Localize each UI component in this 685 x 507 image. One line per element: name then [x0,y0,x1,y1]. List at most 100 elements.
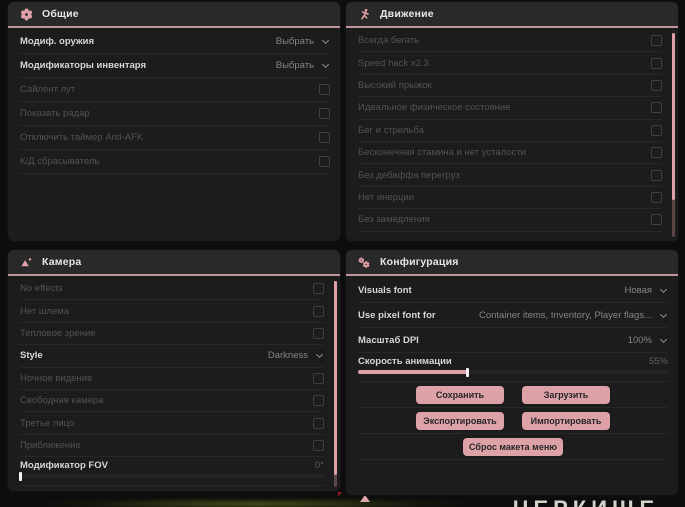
free-camera-label: Свободная камера [20,395,104,407]
high-jump-label: Высокий прыжок [358,79,432,91]
fov-modifier-slider[interactable] [19,471,324,481]
perfect-condition-label: Идеальное физическое состояние [358,102,511,114]
fov-modifier-label: Модификатор FOV [20,460,108,472]
panel-movement-header: Движение [346,2,678,28]
perfect-condition-checkbox[interactable] [651,102,662,114]
panel-camera-title: Камера [42,256,82,268]
no-slowdown-checkbox[interactable] [651,214,662,226]
always-run-label: Всегда бегать [358,35,420,47]
import-button[interactable]: Импортировать [522,411,610,430]
row-third-person: Третье лицо [20,412,324,435]
silent-loot-checkbox[interactable] [319,84,330,95]
no-overload-checkbox[interactable] [651,169,662,181]
row-run-and-shoot: Бег и стрельба [358,120,662,142]
visuals-font-dropdown[interactable]: Новая [624,285,668,296]
weapon-mod-label: Модиф. оружия [20,36,95,47]
row-visuals-font: Visuals font Новая [358,278,668,303]
run-and-shoot-label: Бег и стрельба [358,124,424,136]
disable-antiafk-label: Отключить таймер Anti-AFK [20,132,144,143]
row-no-helmet: Нет шлема [20,300,324,323]
high-jump-checkbox[interactable] [651,79,662,91]
chevron-down-icon [659,310,668,318]
zoom-label: Приближение [20,439,81,451]
camera-scrollbar[interactable] [334,281,337,487]
panel-movement-title: Движение [380,8,434,20]
button-row: Сохранить Загрузить [358,382,668,408]
row-silent-loot: Сайлент лут [20,78,330,102]
runner-icon [358,8,371,21]
third-person-checkbox[interactable] [313,417,324,429]
row-show-radar: Показать радар [20,102,330,126]
panel-camera-header: Камера [8,250,340,276]
pixel-font-for-dropdown[interactable]: Container items, Inventory, Player flags… [479,310,668,321]
visuals-font-label: Visuals font [358,284,412,296]
inventory-mods-dropdown[interactable]: Выбрать [276,60,330,71]
weapon-mod-dropdown[interactable]: Выбрать [276,36,330,47]
chevron-down-icon [659,335,668,343]
kd-resetter-checkbox[interactable] [319,156,330,167]
save-button[interactable]: Сохранить [416,385,504,404]
no-slowdown-label: Без замедления [358,214,430,226]
zoom-checkbox[interactable] [313,439,324,451]
mod-menu-overlay: ЧЕРКИЩЕ Общие Модиф. оружия Выбрать Модифи… [0,0,685,507]
reset-layout-button[interactable]: Сброс макета меню [463,437,563,456]
always-run-checkbox[interactable] [651,35,662,47]
free-camera-checkbox[interactable] [313,395,324,407]
pixel-font-for-value: Container items, Inventory, Player flags… [478,309,652,321]
pixel-font-for-label: Use pixel font for [358,309,436,321]
animation-speed-slider-handle[interactable] [465,367,469,377]
row-pixel-font-for: Use pixel font for Container items, Inven… [358,303,668,328]
row-no-slowdown: Без замедления [358,209,662,232]
style-label: Style [20,350,43,362]
row-zoom: Приближение [20,435,324,458]
no-inertia-checkbox[interactable] [651,191,662,203]
style-dropdown[interactable]: Darkness [268,350,324,361]
dpi-scale-dropdown[interactable]: 100% [628,335,668,346]
load-button[interactable]: Загрузить [522,385,610,404]
dpi-scale-label: Масштаб DPI [358,334,419,346]
button-row: Сброс макета меню [358,434,668,460]
speed-hack-checkbox[interactable] [651,57,662,69]
map-marker-triangle [360,495,370,502]
show-radar-checkbox[interactable] [319,108,330,119]
no-effects-checkbox[interactable] [313,283,324,295]
no-helmet-checkbox[interactable] [313,305,324,317]
night-vision-checkbox[interactable] [313,372,324,384]
run-and-shoot-checkbox[interactable] [651,124,662,136]
row-dpi-scale: Масштаб DPI 100% [358,328,668,353]
red-background-mark [338,492,343,498]
location-title-clipped: ЧЕРКИЩЕ [513,496,659,507]
chevron-down-icon [315,351,324,359]
row-no-inertia: Нет инерции [358,187,662,210]
row-perfect-condition: Идеальное физическое состояние [358,97,662,120]
row-style: Style Darkness [20,345,324,368]
panel-general-title: Общие [42,8,79,20]
export-button[interactable]: Экспортировать [416,411,504,430]
inventory-mods-value: Выбрать [275,60,314,71]
animation-speed-label: Скорость анимации [358,356,452,367]
panel-general-header: Общие [8,2,340,28]
gears-icon [358,256,371,269]
thermal-vision-checkbox[interactable] [313,327,324,339]
animation-speed-slider[interactable] [358,367,668,377]
infinite-stamina-checkbox[interactable] [651,147,662,159]
chevron-down-icon [321,60,330,69]
game-background-glow [40,497,470,507]
thermal-vision-label: Тепловое зрение [20,327,96,339]
fov-modifier-slider-handle[interactable] [19,471,22,481]
panel-config-title: Конфигурация [380,256,459,268]
row-disable-antiafk: Отключить таймер Anti-AFK [20,126,330,150]
night-vision-label: Ночное видение [20,372,93,384]
movement-scrollbar[interactable] [672,33,675,237]
disable-antiafk-checkbox[interactable] [319,132,330,143]
show-radar-label: Показать радар [20,108,90,119]
third-person-label: Третье лицо [20,417,75,429]
inventory-mods-label: Модификаторы инвентаря [20,60,147,71]
row-night-vision: Ночное видение [20,368,324,390]
row-high-jump: Высокий прыжок [358,75,662,98]
silent-loot-label: Сайлент лут [20,84,76,95]
no-inertia-label: Нет инерции [358,191,414,203]
row-thermal-vision: Тепловое зрение [20,323,324,346]
panel-config: Конфигурация Visuals font Новая Use pixel … [346,250,678,495]
no-helmet-label: Нет шлема [20,305,70,317]
